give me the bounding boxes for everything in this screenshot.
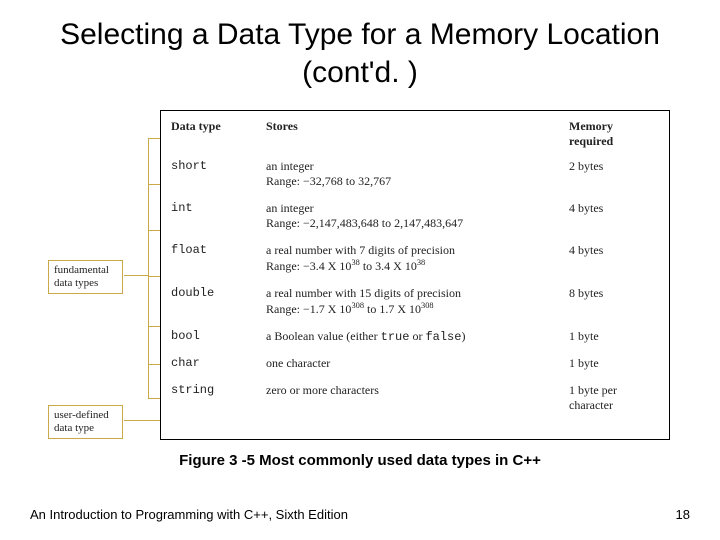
- stores-range: Range: −3.4 X 1038 to 3.4 X 1038: [266, 258, 559, 274]
- stores-text: a real number with 15 digits of precisio…: [266, 286, 559, 301]
- cell-type: int: [171, 201, 266, 215]
- stores-text: an integer: [266, 201, 559, 216]
- bracket-tick: [148, 364, 160, 365]
- cell-type: double: [171, 286, 266, 300]
- footer-left: An Introduction to Programming with C++,…: [30, 507, 348, 522]
- stores-text: an integer: [266, 159, 559, 174]
- cell-stores: a real number with 7 digits of precision…: [266, 243, 569, 274]
- cell-type: string: [171, 383, 266, 397]
- stores-text: zero or more characters: [266, 383, 559, 398]
- leader-line: [124, 420, 160, 421]
- stores-text: one character: [266, 356, 559, 371]
- cell-stores: one character: [266, 356, 569, 371]
- cell-memory: 4 bytes: [569, 243, 659, 258]
- table-row: float a real number with 7 digits of pre…: [161, 237, 669, 280]
- figure-caption: Figure 3 -5 Most commonly used data type…: [0, 452, 720, 469]
- table-row: bool a Boolean value (either true or fal…: [161, 323, 669, 350]
- cell-stores: a Boolean value (either true or false): [266, 329, 569, 344]
- category-user-defined: user-defined data type: [48, 405, 123, 439]
- cell-stores: an integer Range: −2,147,483,648 to 2,14…: [266, 201, 569, 231]
- cell-type: short: [171, 159, 266, 173]
- header-data-type: Data type: [171, 119, 266, 134]
- cell-memory: 2 bytes: [569, 159, 659, 174]
- table-row: int an integer Range: −2,147,483,648 to …: [161, 195, 669, 237]
- table-row: double a real number with 15 digits of p…: [161, 280, 669, 323]
- table-row: short an integer Range: −32,768 to 32,76…: [161, 153, 669, 195]
- cell-memory: 4 bytes: [569, 201, 659, 216]
- cell-memory: 1 byte: [569, 356, 659, 371]
- bracket-tick: [148, 184, 160, 185]
- stores-range: Range: −2,147,483,648 to 2,147,483,647: [266, 216, 559, 231]
- figure-container: fundamental data types user-defined data…: [30, 110, 690, 440]
- cell-memory: 8 bytes: [569, 286, 659, 301]
- bracket-tick: [148, 138, 160, 139]
- leader-line: [124, 275, 148, 276]
- bracket-tick: [148, 326, 160, 327]
- stores-range: Range: −1.7 X 10308 to 1.7 X 10308: [266, 301, 559, 317]
- category-fundamental: fundamental data types: [48, 260, 123, 294]
- data-type-table: Data type Stores Memory required short a…: [160, 110, 670, 440]
- cell-type: bool: [171, 329, 266, 343]
- table-row: char one character 1 byte: [161, 350, 669, 377]
- stores-text: a real number with 7 digits of precision: [266, 243, 559, 258]
- stores-range: Range: −32,768 to 32,767: [266, 174, 559, 189]
- bracket-tick: [148, 398, 160, 399]
- bracket-line: [148, 138, 149, 398]
- stores-text: a Boolean value (either true or false): [266, 329, 559, 344]
- bracket-tick: [148, 230, 160, 231]
- page-number: 18: [676, 507, 690, 522]
- table-row: string zero or more characters 1 byte pe…: [161, 377, 669, 419]
- header-memory: Memory required: [569, 119, 659, 149]
- cell-type: char: [171, 356, 266, 370]
- table-header: Data type Stores Memory required: [161, 111, 669, 153]
- cell-memory: 1 byte: [569, 329, 659, 344]
- header-stores: Stores: [266, 119, 569, 134]
- cell-stores: zero or more characters: [266, 383, 569, 398]
- bracket-tick: [148, 276, 160, 277]
- cell-memory: 1 byte per character: [569, 383, 659, 413]
- slide-title: Selecting a Data Type for a Memory Locat…: [0, 0, 720, 99]
- cell-stores: an integer Range: −32,768 to 32,767: [266, 159, 569, 189]
- cell-type: float: [171, 243, 266, 257]
- cell-stores: a real number with 15 digits of precisio…: [266, 286, 569, 317]
